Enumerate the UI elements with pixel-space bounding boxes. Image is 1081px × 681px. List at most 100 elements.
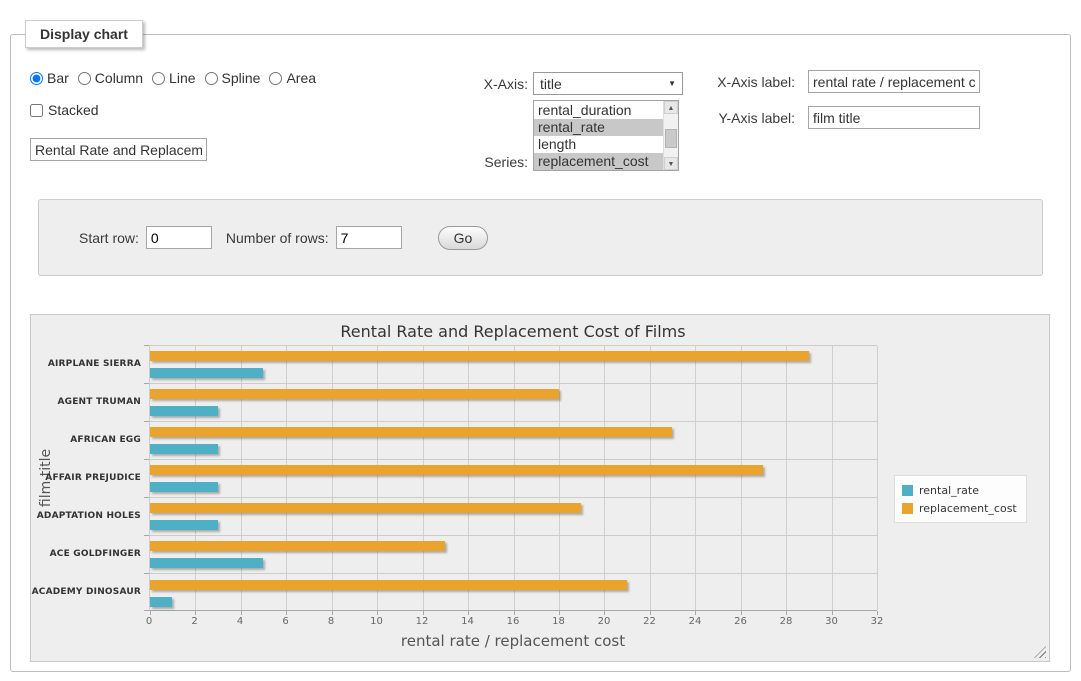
bar-replacement_cost[interactable] <box>150 427 672 437</box>
x-tick-label: 2 <box>191 616 197 627</box>
y-category-label: AFRICAN EGG <box>31 421 141 459</box>
num-rows-caption: Number of rows: <box>226 230 329 246</box>
display-chart-fieldset: Display chart Bar Column Line Spline Area St… <box>10 20 1071 672</box>
x-tick-label: 28 <box>780 616 793 627</box>
chart-legend: rental_rate replacement_cost <box>894 475 1027 523</box>
go-button[interactable]: Go <box>438 226 489 250</box>
panel-title: Display chart <box>25 20 143 48</box>
chart-type-label-bar: Bar <box>47 70 69 86</box>
x-gridline <box>877 346 878 610</box>
x-tick-label: 12 <box>416 616 429 627</box>
chart-controls: BarColumnLineSplineArea Stacked X-Axis: … <box>13 48 1068 190</box>
y-category-label: AFFAIR PREJUDICE <box>31 459 141 497</box>
bar-replacement_cost[interactable] <box>150 503 581 513</box>
chart-type-label-column: Column <box>95 70 143 86</box>
start-row-input[interactable] <box>146 226 212 249</box>
category-band <box>150 498 877 536</box>
stacked-checkbox[interactable] <box>30 104 43 117</box>
chart-type-option-area[interactable]: Area <box>269 70 316 86</box>
bar-replacement_cost[interactable] <box>150 541 445 551</box>
x-tick-label: 16 <box>507 616 520 627</box>
bar-rental_rate[interactable] <box>150 558 263 568</box>
chart-type-radio-spline[interactable] <box>205 72 218 85</box>
num-rows-input[interactable] <box>336 226 402 249</box>
x-tick-label: 22 <box>643 616 656 627</box>
stacked-label: Stacked <box>48 102 99 118</box>
chart-container: Rental Rate and Replacement Cost of Film… <box>30 314 1050 662</box>
bar-rental_rate[interactable] <box>150 482 218 492</box>
chart-type-label-spline: Spline <box>222 70 261 86</box>
category-band <box>150 574 877 612</box>
bar-replacement_cost[interactable] <box>150 465 763 475</box>
stacked-checkbox-label[interactable]: Stacked <box>30 102 99 118</box>
chart-type-radio-column[interactable] <box>78 72 91 85</box>
series-option-replacement_cost[interactable]: replacement_cost <box>534 153 663 170</box>
bar-rental_rate[interactable] <box>150 597 172 607</box>
chart-type-label-line: Line <box>169 70 195 86</box>
category-band <box>150 536 877 574</box>
legend-item-rental_rate[interactable]: rental_rate <box>902 481 1017 499</box>
chart-type-radio-line[interactable] <box>152 72 165 85</box>
rental_rate-swatch-icon <box>902 485 913 496</box>
replacement_cost-swatch-icon <box>902 503 913 514</box>
bar-rental_rate[interactable] <box>150 406 218 416</box>
legend-label: replacement_cost <box>919 502 1017 515</box>
category-band <box>150 460 877 498</box>
y-category-label: AIRPLANE SIERRA <box>31 345 141 383</box>
x-tick-labels: 02468101214161820222426283032 <box>149 616 877 630</box>
x-tick-label: 8 <box>328 616 334 627</box>
y-axis-label-input[interactable] <box>808 106 980 129</box>
chart-type-radio-bar[interactable] <box>30 72 43 85</box>
x-tick-label: 4 <box>237 616 243 627</box>
y-category-label: ACADEMY DINOSAUR <box>31 573 141 611</box>
x-axis-selected-value: title <box>540 76 562 92</box>
bar-replacement_cost[interactable] <box>150 580 627 590</box>
category-band <box>150 346 877 384</box>
x-tick-label: 0 <box>146 616 152 627</box>
y-axis-label-caption: Y-Axis label: <box>633 110 795 126</box>
chart-type-option-spline[interactable]: Spline <box>205 70 261 86</box>
chart-type-radio-area[interactable] <box>269 72 282 85</box>
chart-type-label-area: Area <box>286 70 316 86</box>
rows-panel: Start row: Number of rows: Go <box>38 199 1043 276</box>
legend-item-replacement_cost[interactable]: replacement_cost <box>902 499 1017 517</box>
scroll-down-icon[interactable]: ▼ <box>664 157 678 170</box>
x-tick-label: 26 <box>734 616 747 627</box>
legend-label: rental_rate <box>919 484 979 497</box>
chart-type-option-column[interactable]: Column <box>78 70 143 86</box>
x-tick-label: 24 <box>689 616 702 627</box>
category-band <box>150 422 877 460</box>
series-caption: Series: <box>421 154 528 170</box>
y-category-label: AGENT TRUMAN <box>31 383 141 421</box>
chart-type-radio-group: Bar Column Line Spline Area <box>30 70 325 86</box>
chart-type-option-bar[interactable]: Bar <box>30 70 69 86</box>
bar-rental_rate[interactable] <box>150 368 263 378</box>
scrollbar-thumb[interactable] <box>665 129 677 148</box>
x-axis-label-caption: X-Axis label: <box>633 74 795 90</box>
x-tick-label: 6 <box>282 616 288 627</box>
x-axis-caption: X-Axis: <box>421 76 528 92</box>
y-category-labels: AIRPLANE SIERRAAGENT TRUMANAFRICAN EGGAF… <box>31 345 149 611</box>
x-axis-title: rental rate / replacement cost <box>149 632 877 650</box>
bar-rental_rate[interactable] <box>150 520 218 530</box>
x-tick-label: 10 <box>370 616 383 627</box>
x-tick-mark <box>877 611 878 615</box>
bar-replacement_cost[interactable] <box>150 351 809 361</box>
chart-type-option-line[interactable]: Line <box>152 70 195 86</box>
chart-title-input[interactable] <box>30 138 207 161</box>
series-option-length[interactable]: length <box>534 136 663 153</box>
category-band <box>150 384 877 422</box>
resize-handle-icon[interactable] <box>1034 646 1046 658</box>
bar-rental_rate[interactable] <box>150 444 218 454</box>
start-row-caption: Start row: <box>79 230 139 246</box>
y-category-label: ACE GOLDFINGER <box>31 535 141 573</box>
y-category-label: ADAPTATION HOLES <box>31 497 141 535</box>
plot-area <box>149 345 877 611</box>
x-tick-label: 20 <box>598 616 611 627</box>
x-tick-label: 14 <box>461 616 474 627</box>
x-tick-label: 18 <box>552 616 565 627</box>
bar-replacement_cost[interactable] <box>150 389 559 399</box>
x-tick-label: 32 <box>871 616 884 627</box>
x-axis-label-input[interactable] <box>808 70 980 93</box>
x-tick-label: 30 <box>825 616 838 627</box>
